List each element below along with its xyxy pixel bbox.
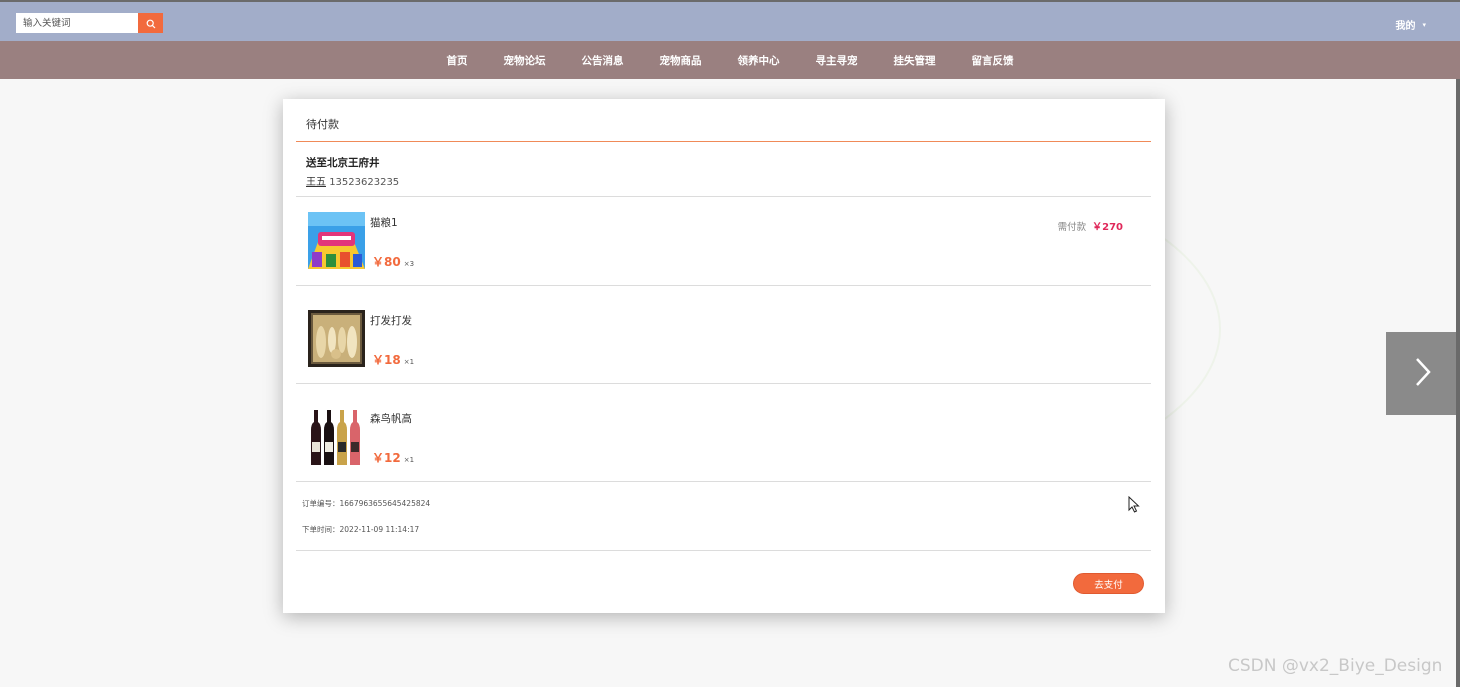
chevron-right-icon bbox=[1413, 356, 1433, 392]
contact-info: 王五 13523623235 bbox=[306, 173, 399, 188]
product-image[interactable] bbox=[308, 310, 365, 367]
order-status-title: 待付款 bbox=[306, 118, 339, 131]
mouse-cursor-icon bbox=[1128, 495, 1140, 517]
nav-item-loss-report[interactable]: 挂失管理 bbox=[894, 53, 936, 68]
order-number: 订单编号：1667963655645425824 bbox=[302, 499, 431, 508]
order-time: 下单时间：2022-11-09 11:14:17 bbox=[302, 525, 420, 534]
product-price: ￥18 ×1 bbox=[372, 351, 414, 368]
search-box bbox=[16, 13, 163, 33]
price-value: ￥80 bbox=[372, 255, 401, 269]
contact-name: 王五 bbox=[306, 177, 326, 188]
divider bbox=[296, 550, 1151, 551]
search-input[interactable] bbox=[16, 13, 138, 33]
title-divider bbox=[296, 141, 1151, 142]
top-bar: 我的 ▾ bbox=[0, 0, 1460, 41]
need-pay-label: 需付款 bbox=[1057, 222, 1087, 233]
product-name[interactable]: 森鸟帆高 bbox=[370, 411, 412, 426]
nav-item-home[interactable]: 首页 bbox=[447, 53, 468, 68]
order-item: 猫粮1 ￥80 ×3 需付款 ￥270 bbox=[296, 197, 1151, 285]
product-image[interactable] bbox=[308, 408, 365, 465]
nav-item-feedback[interactable]: 留言反馈 bbox=[972, 53, 1014, 68]
product-name[interactable]: 猫粮1 bbox=[370, 215, 398, 230]
nav-item-lost-found[interactable]: 寻主寻宠 bbox=[816, 53, 858, 68]
product-price: ￥12 ×1 bbox=[372, 449, 414, 466]
nav-item-adoption[interactable]: 领养中心 bbox=[738, 53, 780, 68]
product-price: ￥80 ×3 bbox=[372, 253, 414, 270]
scrollbar[interactable] bbox=[1456, 79, 1460, 687]
nav-item-notice[interactable]: 公告消息 bbox=[582, 53, 624, 68]
divider bbox=[296, 383, 1151, 384]
user-menu-label: 我的 bbox=[1395, 21, 1416, 32]
price-value: ￥18 bbox=[372, 353, 401, 367]
order-item: 打发打发 ￥18 ×1 bbox=[296, 295, 1151, 383]
quantity: ×3 bbox=[403, 260, 415, 268]
contact-phone: 13523623235 bbox=[329, 177, 400, 188]
pay-button[interactable]: 去支付 bbox=[1073, 573, 1144, 594]
divider bbox=[296, 285, 1151, 286]
need-pay: 需付款 ￥270 bbox=[1058, 218, 1123, 233]
chevron-down-icon: ▾ bbox=[1422, 20, 1426, 29]
search-icon bbox=[146, 14, 156, 33]
order-item: 森鸟帆高 ￥12 ×1 bbox=[296, 393, 1151, 481]
product-image[interactable] bbox=[308, 212, 365, 269]
quantity: ×1 bbox=[403, 456, 415, 464]
user-menu[interactable]: 我的 ▾ bbox=[1395, 17, 1426, 33]
order-card: 待付款 送至北京王府井 王五 13523623235 猫粮1 ￥80 ×3 需付… bbox=[283, 99, 1165, 613]
search-button[interactable] bbox=[138, 13, 163, 33]
product-name[interactable]: 打发打发 bbox=[370, 313, 412, 328]
divider bbox=[296, 481, 1151, 482]
watermark: CSDN @vx2_Biye_Design bbox=[1228, 656, 1443, 676]
price-value: ￥12 bbox=[372, 451, 401, 465]
quantity: ×1 bbox=[403, 358, 415, 366]
need-pay-amount: ￥270 bbox=[1092, 222, 1123, 233]
nav-item-products[interactable]: 宠物商品 bbox=[660, 53, 702, 68]
nav-item-forum[interactable]: 宠物论坛 bbox=[504, 53, 546, 68]
shipping-address: 送至北京王府井 bbox=[306, 157, 380, 169]
main-nav: 首页 宠物论坛 公告消息 宠物商品 领养中心 寻主寻宠 挂失管理 留言反馈 bbox=[0, 41, 1460, 79]
next-arrow-button[interactable] bbox=[1386, 332, 1460, 415]
